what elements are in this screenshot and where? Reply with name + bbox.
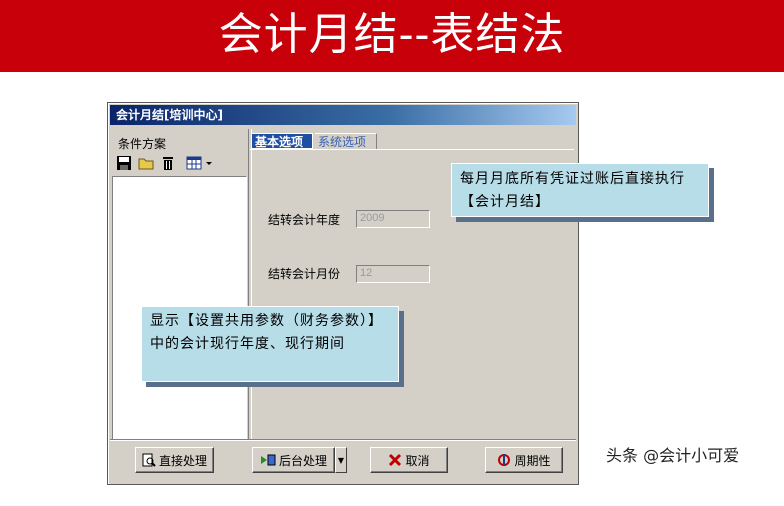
tab-system-options[interactable]: 系统选项 — [315, 133, 377, 149]
cancel-label: 取消 — [405, 453, 430, 468]
cancel-button[interactable]: 取消 — [370, 447, 448, 473]
month-end-tip-callout: 每月月底所有凭证过账后直接执行【会计月结】 — [451, 163, 709, 217]
year-label: 结转会计年度 — [268, 213, 341, 227]
slide-title: 会计月结--表结法 — [218, 9, 566, 60]
month-field[interactable]: 12 — [356, 265, 430, 283]
scheme-label: 条件方案 — [118, 137, 167, 151]
dialog-title: 会计月结[培训中心] — [116, 108, 223, 122]
background-process-dropdown[interactable]: ▼ — [335, 447, 347, 473]
grid-view-icon[interactable] — [186, 155, 216, 171]
chevron-down-icon: ▼ — [337, 455, 345, 465]
month-label: 结转会计月份 — [268, 267, 341, 281]
watermark: 头条 @会计小可爱 — [606, 446, 740, 465]
cycle-icon — [498, 454, 511, 466]
delete-trash-icon[interactable] — [160, 155, 176, 171]
direct-process-button[interactable]: 直接处理 — [135, 447, 214, 473]
year-field[interactable]: 2009 — [356, 210, 430, 228]
background-process-button[interactable]: 后台处理 — [252, 447, 335, 473]
dialog-titlebar[interactable]: 会计月结[培训中心] — [110, 105, 576, 125]
direct-process-label: 直接处理 — [158, 453, 207, 468]
periodic-button[interactable]: 周期性 — [485, 447, 563, 473]
close-icon — [389, 453, 402, 467]
magnify-doc-icon — [142, 453, 156, 467]
button-row-separator — [110, 439, 576, 441]
month-end-dialog: 会计月结[培训中心] 条件方案 基本选项 系统选项 结转会计年度 2009 结转… — [107, 102, 579, 485]
periodic-label: 周期性 — [514, 453, 551, 468]
run-icon — [260, 454, 276, 466]
save-icon[interactable] — [116, 155, 132, 171]
tab-basic-options[interactable]: 基本选项 — [251, 133, 313, 149]
background-process-label: 后台处理 — [278, 453, 327, 468]
slide-banner: 会计月结--表结法 — [0, 0, 784, 72]
current-period-tip-callout: 显示【设置共用参数（财务参数）】中的会计现行年度、现行期间 — [141, 306, 399, 382]
open-folder-icon[interactable] — [138, 155, 154, 171]
